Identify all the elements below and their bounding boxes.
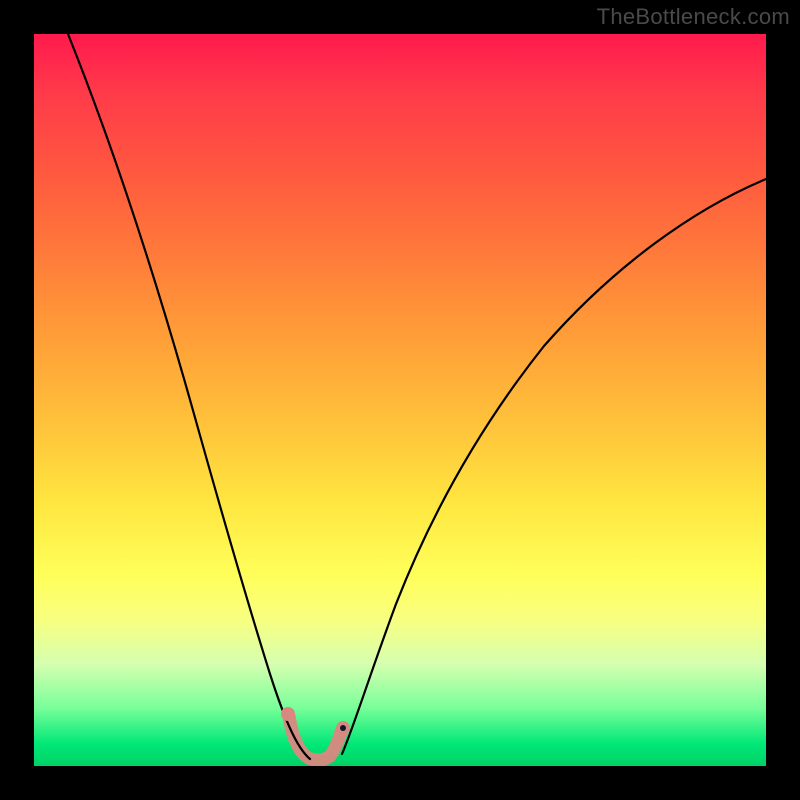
valley-right-node-dot (340, 725, 346, 731)
valley-highlight (289, 716, 341, 760)
chart-plot-area (34, 34, 766, 766)
right-curve (342, 179, 766, 754)
valley-left-node (281, 707, 295, 721)
watermark-text: TheBottleneck.com (597, 4, 790, 30)
chart-svg (34, 34, 766, 766)
left-curve (68, 34, 310, 759)
